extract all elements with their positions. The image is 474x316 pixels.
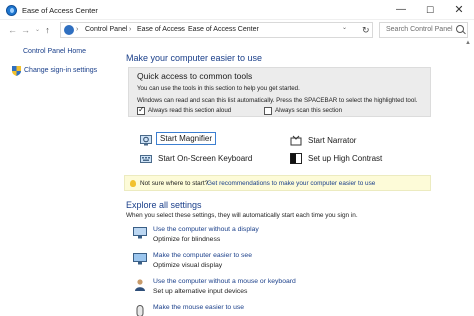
quick-access-instructions: Windows can read and scan this list auto… (137, 97, 418, 104)
auto-scan-checkbox[interactable] (264, 107, 272, 115)
read-aloud-checkbox[interactable] (137, 105, 145, 115)
set-up-high-contrast-label[interactable]: Set up High Contrast (308, 154, 382, 163)
scroll-up-icon[interactable]: ▲ (465, 40, 471, 46)
list-item: Make the mouse easier to use (133, 304, 433, 316)
mouse-icon (136, 305, 144, 316)
explore-subtitle: When you select these settings, they wil… (126, 212, 358, 219)
keyboard-icon (140, 155, 152, 163)
use-without-display-link[interactable]: Use the computer without a display (153, 226, 259, 233)
start-on-screen-keyboard-button[interactable]: Start On-Screen Keyboard (140, 152, 280, 166)
display-off-icon (133, 227, 147, 239)
forward-button[interactable]: → (20, 24, 31, 36)
get-recommendations-link[interactable]: Get recommendations to make your compute… (207, 180, 375, 187)
search-icon[interactable] (456, 25, 464, 33)
search-input[interactable]: Search Control Panel (379, 22, 468, 38)
address-dropdown-icon[interactable]: ⌄ (342, 24, 347, 31)
set-up-high-contrast-button[interactable]: Set up High Contrast (290, 152, 410, 166)
breadcrumb-control-panel[interactable]: Control Panel (85, 26, 127, 33)
hint-question: Not sure where to start? (140, 180, 209, 187)
recommendation-hint: Not sure where to start? Get recommendat… (124, 175, 431, 191)
explore-title: Explore all settings (126, 200, 202, 210)
narrator-icon (290, 135, 302, 146)
start-magnifier-button[interactable]: Start Magnifier (140, 132, 260, 148)
breadcrumb-ease-of-access[interactable]: Ease of Access (137, 26, 185, 33)
title-bar: Ease of Access Center — ☐ ✕ (0, 0, 474, 20)
start-narrator-label[interactable]: Start Narrator (308, 136, 356, 145)
control-panel-home-link[interactable]: Control Panel Home (23, 48, 86, 55)
item-description: Optimize for blindness (153, 236, 221, 243)
breadcrumb-separator[interactable]: › (129, 26, 131, 33)
without-mouse-or-keyboard-link[interactable]: Use the computer without a mouse or keyb… (153, 278, 296, 285)
window-title: Ease of Access Center (22, 6, 98, 15)
start-narrator-button[interactable]: Start Narrator (290, 134, 390, 148)
display-icon (133, 253, 147, 265)
breadcrumb-separator[interactable]: › (180, 26, 182, 33)
quick-access-description: You can use the tools in this section to… (137, 85, 300, 92)
list-item: Use the computer without a display Optim… (133, 226, 433, 248)
item-description: Set up alternative input devices (153, 288, 248, 295)
quick-access-panel: Quick access to common tools You can use… (128, 67, 431, 117)
sidebar: Control Panel Home Change sign-in settin… (0, 39, 120, 316)
control-panel-icon (64, 25, 74, 35)
item-description: Optimize visual display (153, 262, 223, 269)
quick-access-title: Quick access to common tools (137, 71, 253, 81)
lightbulb-icon (130, 180, 136, 187)
auto-scan-label[interactable]: Always scan this section (275, 107, 342, 114)
high-contrast-icon (290, 153, 302, 164)
read-aloud-label[interactable]: Always read this section aloud (148, 107, 231, 114)
start-magnifier-label[interactable]: Start Magnifier (156, 132, 217, 145)
start-on-screen-keyboard-label[interactable]: Start On-Screen Keyboard (158, 154, 252, 163)
easier-to-see-link[interactable]: Make the computer easier to see (153, 252, 252, 259)
search-placeholder: Search Control Panel (386, 26, 453, 33)
breadcrumb-separator[interactable]: › (76, 26, 78, 33)
up-button[interactable]: ↑ (42, 24, 53, 36)
vertical-scrollbar[interactable]: ▲ (462, 39, 474, 316)
refresh-icon[interactable]: ↻ (362, 24, 370, 36)
back-button[interactable]: ← (7, 24, 18, 36)
change-signin-settings-link[interactable]: Change sign-in settings (24, 67, 97, 74)
breadcrumb-ease-of-access-center[interactable]: Ease of Access Center (188, 26, 259, 33)
mouse-easier-link[interactable]: Make the mouse easier to use (153, 304, 244, 311)
list-item: Use the computer without a mouse or keyb… (133, 278, 433, 300)
close-button[interactable]: ✕ (445, 0, 473, 20)
minimize-button[interactable]: — (387, 0, 415, 20)
ease-of-access-icon (6, 5, 17, 16)
list-item: Make the computer easier to see Optimize… (133, 252, 433, 274)
shield-icon (12, 66, 21, 76)
maximize-button[interactable]: ☐ (416, 0, 444, 20)
breadcrumb[interactable]: › Control Panel › Ease of Access › Ease … (60, 22, 373, 38)
magnifier-icon (140, 135, 152, 146)
page-title: Make your computer easier to use (126, 53, 263, 63)
person-icon (135, 279, 145, 291)
